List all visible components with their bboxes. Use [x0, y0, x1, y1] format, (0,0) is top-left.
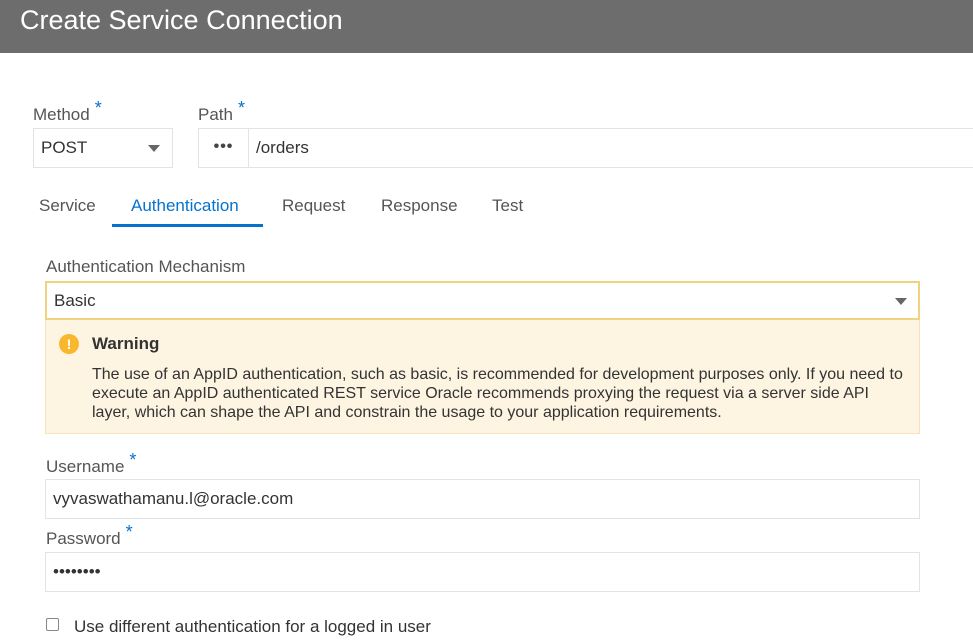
alt-auth-checkbox[interactable]: [46, 618, 59, 631]
path-options-button[interactable]: •••: [198, 128, 249, 168]
tab-request[interactable]: Request: [282, 196, 345, 216]
required-marker: *: [94, 98, 102, 118]
method-value: POST: [41, 138, 88, 157]
username-label: Username *: [46, 450, 136, 477]
method-label-text: Method: [33, 105, 90, 124]
required-marker: *: [129, 450, 137, 470]
dialog-header: Create Service Connection: [0, 0, 973, 53]
dialog-title: Create Service Connection: [20, 5, 343, 35]
warning-message: ! Warning The use of an AppID authentica…: [45, 320, 920, 434]
password-value: ••••••••: [53, 562, 101, 581]
method-label: Method *: [33, 98, 102, 125]
username-label-text: Username: [46, 457, 125, 476]
alt-auth-label[interactable]: Use different authentication for a logge…: [74, 617, 431, 637]
chevron-down-icon: [895, 298, 907, 305]
auth-mechanism-value: Basic: [54, 290, 96, 310]
username-field[interactable]: vyvaswathamanu.l@oracle.com: [45, 479, 920, 519]
tab-service[interactable]: Service: [39, 196, 96, 216]
method-select[interactable]: POST: [33, 128, 173, 168]
path-label-text: Path: [198, 105, 233, 124]
password-label: Password *: [46, 522, 133, 549]
auth-mechanism-select[interactable]: Basic: [45, 281, 920, 320]
required-marker: *: [237, 98, 245, 118]
path-value: /orders: [256, 138, 309, 157]
tab-response[interactable]: Response: [381, 196, 458, 216]
required-marker: *: [125, 522, 133, 542]
password-field[interactable]: ••••••••: [45, 552, 920, 592]
tab-authentication[interactable]: Authentication: [131, 196, 239, 216]
tab-test[interactable]: Test: [492, 196, 523, 216]
chevron-down-icon: [148, 145, 160, 152]
password-label-text: Password: [46, 529, 121, 548]
warning-icon: !: [59, 334, 79, 354]
username-value: vyvaswathamanu.l@oracle.com: [53, 489, 294, 508]
path-label: Path *: [198, 98, 245, 125]
path-input[interactable]: /orders: [249, 128, 973, 168]
active-tab-indicator: [112, 224, 263, 227]
warning-title: Warning: [92, 334, 160, 353]
warning-text: The use of an AppID authentication, such…: [92, 366, 903, 421]
auth-mechanism-label: Authentication Mechanism: [46, 257, 246, 276]
